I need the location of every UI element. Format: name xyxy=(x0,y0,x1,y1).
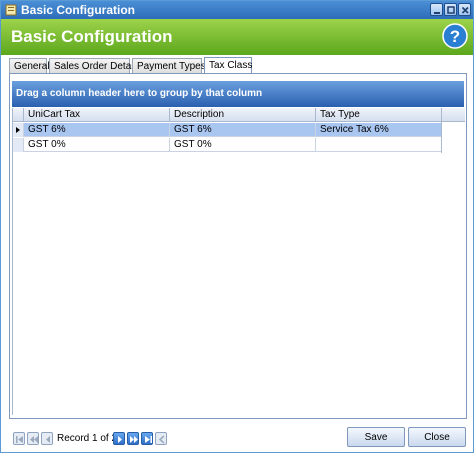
row-indicator xyxy=(13,123,23,137)
tab-sales-order-details[interactable]: Sales Order Details xyxy=(49,58,141,74)
table-row[interactable]: GST 6% GST 6% Service Tax 6% xyxy=(13,123,441,137)
cell-tax-type[interactable]: Service Tax 6% xyxy=(315,123,441,137)
close-icon[interactable] xyxy=(458,3,471,16)
basic-configuration-window: Basic Configuration Basic Configuration … xyxy=(0,0,474,453)
window-title: Basic Configuration xyxy=(21,3,136,17)
first-record-icon[interactable] xyxy=(13,432,25,445)
column-header-description[interactable]: Description xyxy=(169,108,315,122)
grid-column-divider xyxy=(441,108,442,153)
row-indicator-header xyxy=(13,108,23,122)
tab-payment-types[interactable]: Payment Types xyxy=(132,58,206,74)
close-button[interactable]: Close xyxy=(408,427,466,447)
cell-unicart-tax[interactable]: GST 0% xyxy=(23,138,169,152)
previous-record-icon[interactable] xyxy=(41,432,53,445)
tab-general[interactable]: General xyxy=(9,58,50,74)
page-title: Basic Configuration xyxy=(11,27,173,46)
save-button[interactable]: Save xyxy=(347,427,405,447)
title-bar[interactable]: Basic Configuration xyxy=(1,1,473,19)
group-by-panel[interactable]: Drag a column header here to group by th… xyxy=(12,81,464,107)
column-header-tax-type[interactable]: Tax Type xyxy=(315,108,441,122)
next-record-icon[interactable] xyxy=(113,432,125,445)
minimize-icon[interactable] xyxy=(430,3,443,16)
table-row[interactable]: GST 0% GST 0% xyxy=(13,138,441,152)
previous-page-icon[interactable] xyxy=(27,432,39,445)
maximize-icon[interactable] xyxy=(444,3,457,16)
help-question-icon[interactable]: ? xyxy=(442,23,468,49)
svg-text:?: ? xyxy=(450,27,460,46)
row-indicator xyxy=(13,138,23,152)
row-pointer-icon xyxy=(16,127,20,133)
header-band: Basic Configuration ? xyxy=(1,19,473,55)
cell-tax-type[interactable] xyxy=(315,138,441,152)
group-by-hint: Drag a column header here to group by th… xyxy=(16,88,263,99)
record-count-text: Record 1 of 2 xyxy=(57,433,118,444)
cell-description[interactable]: GST 6% xyxy=(169,123,315,137)
column-header-unicart-tax[interactable]: UniCart Tax xyxy=(23,108,169,122)
last-record-icon[interactable] xyxy=(141,432,153,445)
tab-tax-class[interactable]: Tax Class xyxy=(204,57,252,74)
grid-header: UniCart Tax Description Tax Type xyxy=(13,108,465,122)
cell-description[interactable]: GST 0% xyxy=(169,138,315,152)
tax-class-grid: UniCart Tax Description Tax Type GST 6% … xyxy=(12,108,465,415)
cell-unicart-tax[interactable]: GST 6% xyxy=(23,123,169,137)
tax-class-panel: Drag a column header here to group by th… xyxy=(9,73,467,419)
window-app-icon xyxy=(5,4,17,16)
next-page-icon[interactable] xyxy=(127,432,139,445)
cancel-edit-icon[interactable] xyxy=(155,432,167,445)
